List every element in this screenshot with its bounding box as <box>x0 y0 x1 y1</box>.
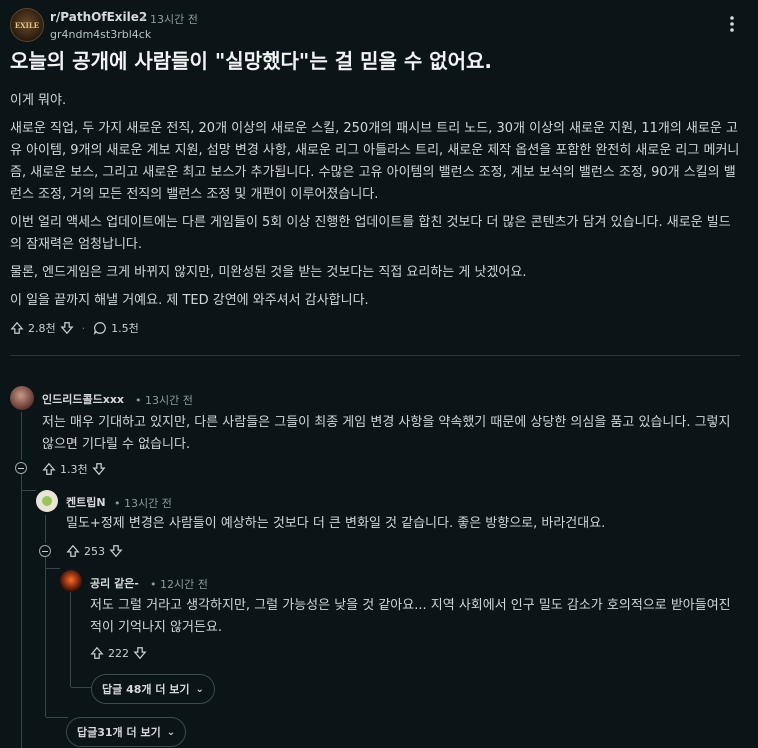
post-upvote-count: 2.8천 <box>28 322 56 335</box>
post-title[interactable]: 오늘의 공개에 사람들이 "실망했다"는 걸 믿을 수 없어요. <box>10 45 492 74</box>
more-replies-button[interactable]: 답글 48개 더 보기 ⌄ <box>91 674 215 704</box>
chevron-down-icon: ⌄ <box>195 683 204 695</box>
subreddit-name[interactable]: r/PathOfExile2 <box>50 10 147 24</box>
comment-time: • 13시간 전 <box>135 394 193 407</box>
thread-line <box>45 557 46 717</box>
downvote-icon[interactable] <box>60 321 74 335</box>
post-actions: 2.8천 · 1.5천 <box>10 320 139 336</box>
commenter-avatar[interactable] <box>36 490 58 512</box>
comment-text: 저는 매우 기대하고 있지만, 다른 사람들은 그들이 최종 게임 변경 사항을… <box>42 415 731 452</box>
comment-vote-count: 222 <box>108 646 129 660</box>
snoo-avatar-icon <box>42 496 52 506</box>
post-body: 이게 뭐야. 새로운 직업, 두 가지 새로운 전직, 20개 이상의 새로운 … <box>10 90 740 312</box>
comments-button[interactable]: 1.5천 <box>93 320 139 336</box>
comment-author[interactable]: 공리 같은- <box>90 575 139 591</box>
post-paragraph: 이게 뭐야. <box>10 93 67 108</box>
commenter-avatar[interactable] <box>10 386 34 410</box>
chevron-down-icon: ⌄ <box>166 726 176 738</box>
upvote-icon[interactable] <box>42 462 56 476</box>
more-options-icon[interactable] <box>722 14 742 34</box>
more-replies-label: 답글 48개 더 보기 <box>102 683 190 696</box>
comment-author[interactable]: 인드리드콜드xxx <box>42 391 124 407</box>
downvote-icon[interactable] <box>133 646 147 660</box>
comment-time: • 13시간 전 <box>114 497 172 510</box>
comment-vote: 222 <box>90 646 147 660</box>
thread-line <box>46 568 60 569</box>
comment-vote-count: 1.3천 <box>60 463 88 476</box>
post-paragraph: 물론, 엔드게임은 크게 바뀌지 않지만, 미완성된 것을 받는 것보다는 직접… <box>10 265 527 280</box>
separator: · <box>81 321 86 335</box>
downvote-icon[interactable] <box>92 462 106 476</box>
comment-vote: 1.3천 <box>42 461 106 477</box>
thread-line <box>45 515 46 543</box>
subreddit-avatar[interactable]: EXILE <box>10 8 44 42</box>
thread-line <box>71 687 91 688</box>
collapse-thread-button[interactable] <box>39 545 51 557</box>
collapse-thread-button[interactable] <box>15 462 27 474</box>
upvote-icon[interactable] <box>10 321 24 335</box>
post-time: • 13시간 전 <box>140 13 198 26</box>
commenter-avatar[interactable] <box>60 570 82 592</box>
thread-line <box>70 592 71 687</box>
comment-vote: 253 <box>66 544 123 558</box>
thread-line <box>21 474 22 748</box>
exile-logo-icon: EXILE <box>14 20 40 30</box>
thread-line <box>21 412 22 460</box>
comment-vote-count: 253 <box>84 544 105 558</box>
comment-author[interactable]: 켄트립N <box>66 494 106 510</box>
divider <box>10 355 740 356</box>
post-paragraph: 새로운 직업, 두 가지 새로운 전직, 20개 이상의 새로운 스킬, 250… <box>10 121 740 202</box>
thread-line <box>22 490 36 491</box>
comment-time: • 12시간 전 <box>150 578 208 591</box>
upvote-icon[interactable] <box>66 544 80 558</box>
comment-icon <box>93 322 106 335</box>
downvote-icon[interactable] <box>109 544 123 558</box>
more-replies-label: 답글31개 더 보기 <box>77 726 161 739</box>
comments-count: 1.5천 <box>111 322 139 335</box>
post-paragraph: 이번 얼리 액세스 업데이트에는 다른 게임들이 5회 이상 진행한 업데이트를… <box>10 215 731 252</box>
post-paragraph: 이 일을 끝까지 해낼 거예요. 제 TED 강연에 와주셔서 감사합니다. <box>10 293 369 308</box>
post-author[interactable]: gr4ndm4st3rbl4ck <box>50 28 151 41</box>
comment-text: 저도 그럴 거라고 생각하지만, 그럴 가능성은 낮을 것 같아요... 지역 … <box>90 598 731 635</box>
more-replies-button[interactable]: 답글31개 더 보기 ⌄ <box>66 717 187 747</box>
post-vote: 2.8천 <box>10 320 74 336</box>
upvote-icon[interactable] <box>90 646 104 660</box>
thread-line <box>46 717 68 718</box>
comment-text: 밀도+정제 변경은 사람들이 예상하는 것보다 더 큰 변화일 것 같습니다. … <box>66 516 606 531</box>
